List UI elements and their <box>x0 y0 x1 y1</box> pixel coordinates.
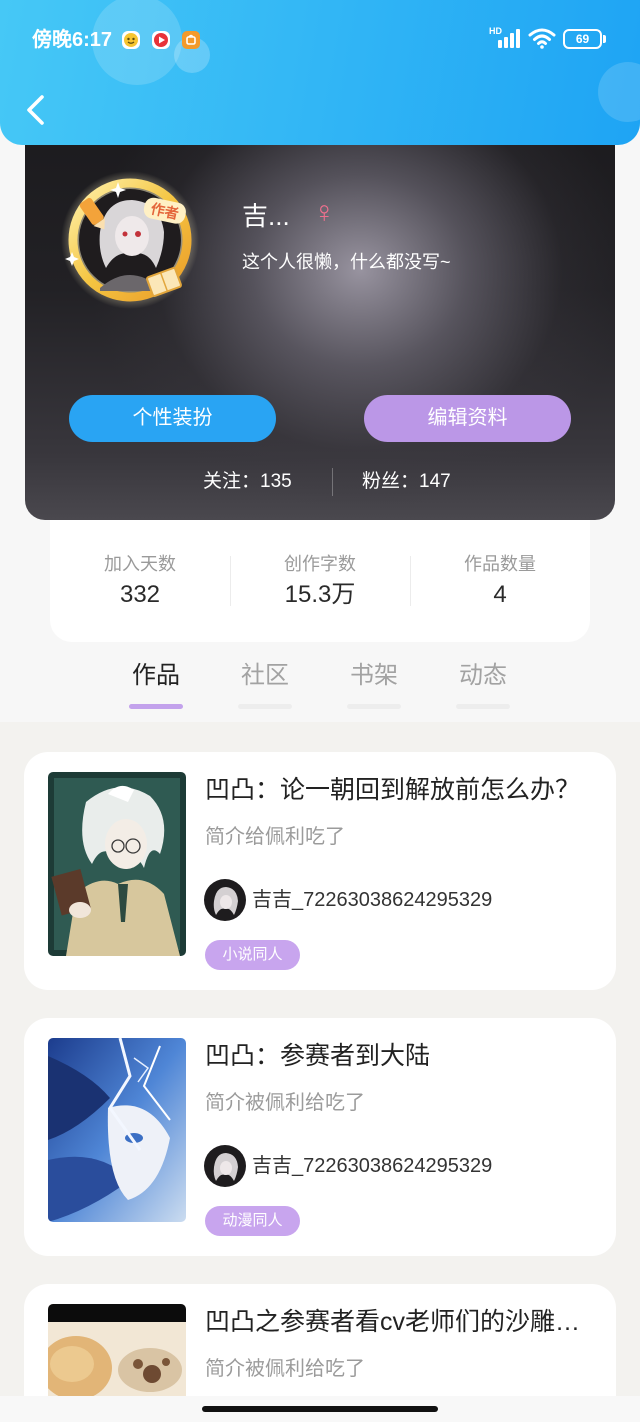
work-description: 简介被佩利给吃了 <box>205 1358 365 1380</box>
work-cover-image[interactable] <box>48 1038 186 1222</box>
header-decoration-circle <box>598 62 640 122</box>
signal-bars-icon <box>498 29 520 48</box>
author-name: 吉吉_72263038624295329 <box>252 1155 493 1177</box>
tab-label: 书架 <box>350 662 398 689</box>
battery-tip <box>603 35 606 43</box>
work-tag: 小说同人 <box>205 940 300 970</box>
stat-label: 创作字数 <box>284 554 356 574</box>
stat-value: 4 <box>493 581 507 608</box>
home-indicator[interactable] <box>202 1406 438 1412</box>
top-header: 傍晚6:17 HD 69 <box>0 0 640 145</box>
following-label: 关注： <box>203 471 261 492</box>
tab-activity[interactable]: 动态 <box>443 648 523 722</box>
chevron-left-icon[interactable] <box>22 92 50 128</box>
following-count[interactable]: 关注：135 <box>203 470 292 494</box>
follow-divider <box>332 468 333 496</box>
profile-card: 作者 吉... ♀ 这个人很懒，什么都没写~ 个性装扮 编辑资料 关注：135 … <box>25 100 615 520</box>
following-value: 135 <box>260 471 292 492</box>
profile-tabs: 作品 社区 书架 动态 <box>0 648 640 722</box>
work-tag: 动漫同人 <box>205 1206 300 1236</box>
tab-label: 作品 <box>132 662 180 689</box>
tab-community[interactable]: 社区 <box>225 648 305 722</box>
work-title: 凹凸：参赛者到大陆 <box>205 1042 431 1070</box>
work-title: 凹凸之参赛者看cv老师们的沙雕… <box>205 1308 581 1336</box>
dress-up-button[interactable]: 个性装扮 <box>69 395 276 442</box>
stat-label: 加入天数 <box>104 554 176 574</box>
tab-indicator <box>129 704 183 709</box>
work-card[interactable]: 凹凸：参赛者到大陆 简介被佩利给吃了 吉吉_72263038624295329 … <box>24 1018 616 1256</box>
stat-value: 332 <box>119 581 161 608</box>
edit-profile-button[interactable]: 编辑资料 <box>364 395 571 442</box>
author-avatar <box>204 879 246 921</box>
user-name: 吉... <box>242 201 290 231</box>
avatar[interactable]: 作者 <box>60 170 200 310</box>
tab-indicator <box>238 704 292 709</box>
author-name: 吉吉_72263038624295329 <box>252 889 493 911</box>
status-time: 傍晚6:17 <box>32 29 113 51</box>
tab-indicator <box>347 704 401 709</box>
female-icon: ♀ <box>313 196 336 229</box>
battery-level: 69 <box>563 29 602 49</box>
work-card[interactable]: 凹凸：论一朝回到解放前怎么办？ 简介给佩利吃了 吉吉_7226303862429… <box>24 752 616 990</box>
tab-works[interactable]: 作品 <box>116 648 196 722</box>
work-description: 简介给佩利吃了 <box>205 826 345 848</box>
chat-app-icon <box>122 31 140 49</box>
tab-label: 动态 <box>459 662 507 689</box>
store-app-icon <box>182 31 200 49</box>
tab-label: 社区 <box>241 662 289 689</box>
system-navigation-bar <box>0 1396 640 1422</box>
followers-value: 147 <box>419 471 451 492</box>
tab-indicator <box>456 704 510 709</box>
user-bio: 这个人很懒，什么都没写~ <box>242 252 451 272</box>
work-title: 凹凸：论一朝回到解放前怎么办？ <box>205 776 581 804</box>
stat-value: 15.3万 <box>284 581 356 608</box>
video-app-icon <box>152 31 170 49</box>
wifi-icon <box>528 28 556 49</box>
stat-label: 作品数量 <box>464 554 536 574</box>
tab-bookshelf[interactable]: 书架 <box>334 648 414 722</box>
author-avatar <box>204 1145 246 1187</box>
battery-icon: 69 <box>563 29 607 49</box>
followers-label: 粉丝： <box>362 471 420 492</box>
work-cover-image[interactable] <box>48 772 186 956</box>
work-description: 简介被佩利给吃了 <box>205 1092 365 1114</box>
followers-count[interactable]: 粉丝：147 <box>362 470 451 494</box>
